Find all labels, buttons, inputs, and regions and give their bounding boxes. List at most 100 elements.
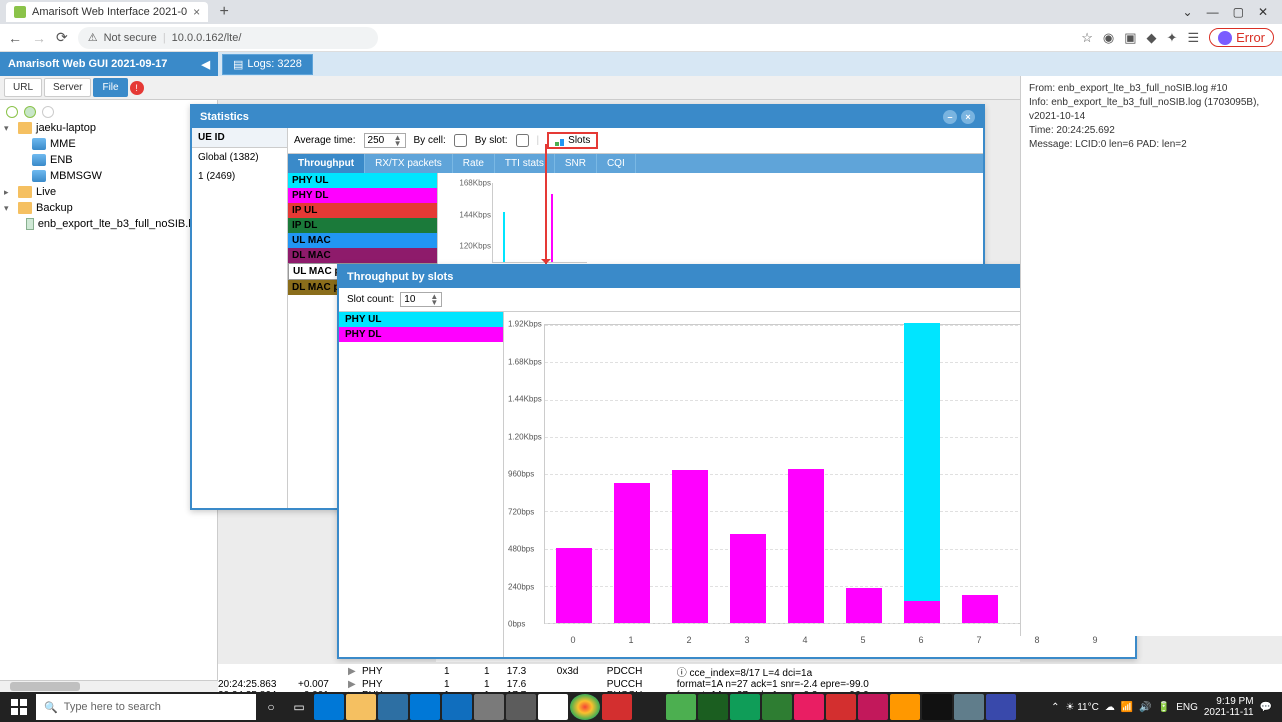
taskbar-app[interactable] xyxy=(954,694,984,720)
tree-toolbar-icon[interactable] xyxy=(42,106,54,118)
taskbar-app[interactable] xyxy=(922,694,952,720)
tray-battery-icon[interactable]: 🔋 xyxy=(1158,702,1170,713)
reading-list-icon[interactable]: ☰ xyxy=(1187,30,1199,46)
panel-close-icon[interactable]: × xyxy=(961,110,975,124)
taskbar-app[interactable] xyxy=(410,694,440,720)
close-window-icon[interactable]: ✕ xyxy=(1258,5,1268,19)
tree-node-mme[interactable]: MME xyxy=(0,136,217,152)
ue-row[interactable]: Global (1382) xyxy=(192,148,287,167)
ext3-icon[interactable]: ◆ xyxy=(1147,30,1157,46)
tray-chevron-icon[interactable]: ⌃ xyxy=(1051,702,1059,713)
error-count-badge[interactable]: ! xyxy=(130,81,144,95)
statistics-header[interactable]: Statistics – × xyxy=(192,106,983,128)
weather-widget[interactable]: ☀ 11°C xyxy=(1065,702,1098,713)
taskbar-app[interactable] xyxy=(826,694,856,720)
y-tick: 1.92Kbps xyxy=(508,320,542,329)
legend-item[interactable]: IP UL xyxy=(288,203,437,218)
taskbar-app[interactable] xyxy=(602,694,632,720)
legend-item[interactable]: PHY UL xyxy=(288,173,437,188)
start-button[interactable] xyxy=(4,694,34,720)
taskbar-app[interactable] xyxy=(538,694,568,720)
chevron-down-icon[interactable]: ⌄ xyxy=(1183,5,1193,19)
taskbar-app[interactable] xyxy=(698,694,728,720)
stats-tab-cqi[interactable]: CQI xyxy=(597,154,636,173)
slots-button[interactable]: Slots xyxy=(547,132,598,149)
taskbar-app[interactable] xyxy=(858,694,888,720)
url-button[interactable]: URL xyxy=(4,78,42,97)
slots-panel-header[interactable]: Throughput by slots – × xyxy=(339,266,1135,288)
taskbar-search[interactable]: 🔍 Type here to search xyxy=(36,694,256,720)
legend-item[interactable]: PHY UL xyxy=(339,312,503,327)
legend-item[interactable]: IP DL xyxy=(288,218,437,233)
taskbar-app[interactable] xyxy=(474,694,504,720)
taskbar-app[interactable] xyxy=(378,694,408,720)
stats-toolbar: Average time: 250▲▼ By cell: By slot: | … xyxy=(288,128,983,154)
forward-icon[interactable]: → xyxy=(32,30,46,46)
tray-cloud-icon[interactable]: ☁ xyxy=(1105,702,1115,713)
taskbar-app[interactable] xyxy=(570,694,600,720)
stats-tab-snr[interactable]: SNR xyxy=(555,154,597,173)
tree-node-live[interactable]: ▸ Live xyxy=(0,184,217,200)
file-button[interactable]: File xyxy=(93,78,127,97)
tray-lang[interactable]: ENG xyxy=(1176,702,1198,713)
cortana-icon[interactable]: ○ xyxy=(258,694,284,720)
tray-volume-icon[interactable]: 🔊 xyxy=(1139,702,1151,713)
stats-tab-rate[interactable]: Rate xyxy=(453,154,495,173)
taskbar-app[interactable] xyxy=(666,694,696,720)
tree-node-backup-file[interactable]: enb_export_lte_b3_full_noSIB.log ● xyxy=(0,216,217,232)
panel-minimize-icon[interactable]: – xyxy=(943,110,957,124)
tree-node-enb[interactable]: ENB xyxy=(0,152,217,168)
legend-item[interactable]: UL MAC xyxy=(288,233,437,248)
tree-toolbar-icon[interactable] xyxy=(24,106,36,118)
ue-row[interactable]: 1 (2469) xyxy=(192,167,287,186)
taskbar-app[interactable] xyxy=(986,694,1016,720)
legend-item[interactable]: DL MAC xyxy=(288,248,437,263)
taskbar-app[interactable] xyxy=(442,694,472,720)
taskbar-app[interactable] xyxy=(730,694,760,720)
maximize-icon[interactable]: ▢ xyxy=(1233,5,1244,19)
tab-close-icon[interactable]: × xyxy=(193,5,200,19)
logs-tab[interactable]: ▤ Logs: 3228 xyxy=(222,54,313,75)
tray-wifi-icon[interactable]: 📶 xyxy=(1121,702,1133,713)
extensions-icon[interactable]: ✦ xyxy=(1167,30,1178,46)
legend-item[interactable]: PHY DL xyxy=(288,188,437,203)
sidebar-collapse-icon[interactable]: ◀ xyxy=(202,58,210,71)
log-row[interactable]: 20:24:25.863+0.007▶PHY1117.6PUCCHformat=… xyxy=(218,679,1282,690)
taskbar-clock[interactable]: 9:19 PM 2021-11-11 xyxy=(1204,696,1254,718)
browser-tab[interactable]: Amarisoft Web Interface 2021-0 × xyxy=(6,2,208,22)
log-row[interactable]: ▶PHY1117.30x3dPDCCHⓘ cce_index=8/17 L=4 … xyxy=(218,664,1282,679)
taskbar-app[interactable] xyxy=(346,694,376,720)
reload-icon[interactable]: ⟳ xyxy=(56,29,68,46)
horizontal-scrollbar[interactable] xyxy=(0,680,218,692)
avg-time-input[interactable]: 250▲▼ xyxy=(364,133,406,148)
star-icon[interactable]: ☆ xyxy=(1081,30,1093,46)
tree-toolbar-icon[interactable] xyxy=(6,106,18,118)
search-icon: 🔍 xyxy=(44,701,58,714)
notifications-icon[interactable]: 💬 xyxy=(1260,702,1272,713)
new-tab-button[interactable]: + xyxy=(214,2,234,22)
info-line: Time: 20:24:25.692 xyxy=(1029,124,1274,138)
stats-tab-rx-tx-packets[interactable]: RX/TX packets xyxy=(365,154,453,173)
by-slot-checkbox[interactable] xyxy=(516,134,529,147)
minimize-icon[interactable]: — xyxy=(1207,5,1219,19)
server-button[interactable]: Server xyxy=(44,78,91,97)
ext1-icon[interactable]: ◉ xyxy=(1103,30,1114,46)
back-icon[interactable]: ← xyxy=(8,30,22,46)
taskbar-app[interactable] xyxy=(762,694,792,720)
taskbar-app[interactable] xyxy=(890,694,920,720)
task-view-icon[interactable]: ▭ xyxy=(286,694,312,720)
taskbar-app[interactable] xyxy=(506,694,536,720)
by-cell-checkbox[interactable] xyxy=(454,134,467,147)
taskbar-app[interactable] xyxy=(794,694,824,720)
profile-error-badge[interactable]: Error xyxy=(1209,28,1274,47)
slot-count-input[interactable]: 10▲▼ xyxy=(400,292,442,307)
tree-node-mbmsgw[interactable]: MBMSGW xyxy=(0,168,217,184)
stats-tab-throughput[interactable]: Throughput xyxy=(288,154,365,173)
ext2-icon[interactable]: ▣ xyxy=(1124,30,1136,46)
tree-node-root[interactable]: ▾ jaeku-laptop xyxy=(0,120,217,136)
taskbar-app[interactable] xyxy=(314,694,344,720)
tree-node-backup[interactable]: ▾ Backup xyxy=(0,200,217,216)
taskbar-app[interactable] xyxy=(634,694,664,720)
url-box[interactable]: ⚠ Not secure | 10.0.0.162/lte/ xyxy=(78,27,378,49)
legend-item[interactable]: PHY DL xyxy=(339,327,503,342)
